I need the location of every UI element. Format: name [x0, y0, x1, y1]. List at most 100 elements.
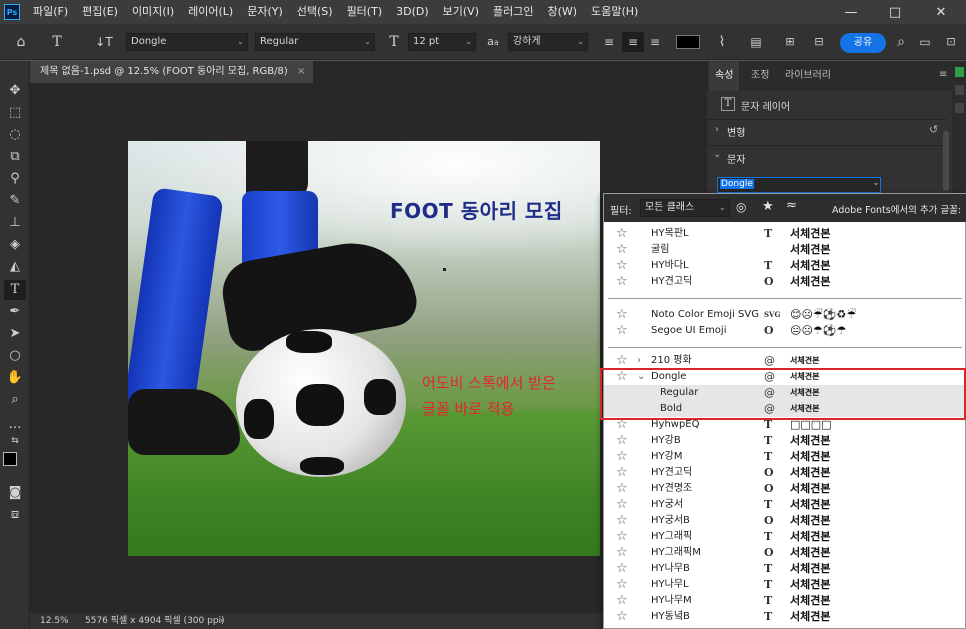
- variable-font-icon[interactable]: ⊟: [808, 32, 830, 52]
- text-orientation-icon[interactable]: ↓T: [92, 32, 116, 52]
- reset-icon[interactable]: ↺: [929, 123, 938, 136]
- move-tool-icon[interactable]: ✥: [4, 81, 26, 101]
- paint-bucket-tool-icon[interactable]: ◭: [4, 257, 26, 277]
- favorite-star-icon[interactable]: ☆: [616, 577, 628, 593]
- share-button[interactable]: 공유: [840, 33, 886, 53]
- font-row[interactable]: ☆ Noto Color Emoji SVG SVG 😊☹☔⚽♻☔: [604, 307, 966, 323]
- eyedropper-tool-icon[interactable]: ⚲: [4, 169, 26, 189]
- character-panel-icon[interactable]: ▤: [746, 32, 766, 52]
- tab-properties[interactable]: 속성: [709, 61, 740, 91]
- type-tool-icon[interactable]: T: [4, 280, 26, 300]
- anti-alias-select[interactable]: 강하게 ⌄: [508, 33, 588, 51]
- font-row[interactable]: ☆ HY궁서B O 서체견본: [604, 513, 966, 529]
- stamp-tool-icon[interactable]: ⊥: [4, 213, 26, 233]
- favorite-star-icon[interactable]: ☆: [616, 353, 628, 369]
- menu-file[interactable]: 파일(F): [26, 0, 75, 24]
- brush-tool-icon[interactable]: ✎: [4, 191, 26, 211]
- quick-mask-icon[interactable]: ◙: [4, 483, 26, 503]
- maximize-button[interactable]: □: [872, 0, 918, 24]
- font-row[interactable]: ☆ HY견고딕 O 서체견본: [604, 274, 966, 290]
- align-left-icon[interactable]: ≡: [600, 32, 618, 52]
- text-section-header[interactable]: 문자: [727, 151, 745, 166]
- zoom-level[interactable]: 12.5%: [40, 613, 69, 629]
- favorite-star-icon[interactable]: ☆: [616, 307, 628, 323]
- search-icon[interactable]: ⌕: [892, 32, 910, 52]
- font-row[interactable]: ☆ HY동녘B T 서체견본: [604, 609, 966, 625]
- font-row[interactable]: ☆ HY바다L T 서체견본: [604, 258, 966, 274]
- swap-colors-icon[interactable]: ⇆: [4, 431, 26, 451]
- favorite-star-icon[interactable]: ☆: [616, 545, 628, 561]
- menu-image[interactable]: 이미지(I): [125, 0, 181, 24]
- favorite-star-icon[interactable]: ☆: [616, 449, 628, 465]
- panel-menu-icon[interactable]: ≡: [939, 69, 947, 80]
- menu-select[interactable]: 선택(S): [290, 0, 340, 24]
- font-row[interactable]: ☆ HY나무M T 서체견본: [604, 593, 966, 609]
- panel-icon[interactable]: [955, 103, 964, 113]
- font-row[interactable]: ☆ HY궁서 T 서체견본: [604, 497, 966, 513]
- font-row[interactable]: ☆ HY강B T 서체견본: [604, 433, 966, 449]
- font-row[interactable]: ☆ HY그래픽M O 서체견본: [604, 545, 966, 561]
- chevron-down-icon[interactable]: ⌄: [713, 149, 721, 160]
- font-row[interactable]: ☆ › 210 평화 @ 서체견본: [604, 353, 966, 369]
- font-row[interactable]: ☆ HY강M T 서체견본: [604, 449, 966, 465]
- menu-window[interactable]: 창(W): [540, 0, 584, 24]
- font-row[interactable]: ☆ HY목판L T 서체견본: [604, 226, 966, 242]
- font-row[interactable]: ☆ Segoe UI Emoji O 😐☹☂⚽☂: [604, 323, 966, 339]
- document-canvas[interactable]: FOOT 동아리 모집: [128, 141, 600, 556]
- favorites-filter-icon[interactable]: ★: [762, 199, 774, 214]
- font-row[interactable]: ☆ HY견명조 O 서체견본: [604, 481, 966, 497]
- font-style-select[interactable]: Regular ⌄: [255, 33, 375, 51]
- favorite-star-icon[interactable]: ☆: [616, 242, 628, 258]
- menu-view[interactable]: 보기(V): [436, 0, 486, 24]
- favorite-star-icon[interactable]: ☆: [616, 274, 628, 290]
- marquee-tool-icon[interactable]: ⬚: [4, 103, 26, 123]
- hand-tool-icon[interactable]: ✋: [4, 368, 26, 388]
- favorite-star-icon[interactable]: ☆: [616, 258, 628, 274]
- close-tab-icon[interactable]: ×: [297, 66, 305, 77]
- panel-icon[interactable]: [955, 85, 964, 95]
- pen-tool-icon[interactable]: ✒: [4, 302, 26, 322]
- font-row[interactable]: ☆ HY그래픽 T 서체견본: [604, 529, 966, 545]
- extra-option-icon[interactable]: ⊡: [942, 32, 960, 52]
- menu-layer[interactable]: 레이어(L): [181, 0, 240, 24]
- path-select-tool-icon[interactable]: ➤: [4, 324, 26, 344]
- tab-libraries[interactable]: 라이브러리: [779, 61, 837, 91]
- menu-edit[interactable]: 편집(E): [75, 0, 125, 24]
- align-center-icon[interactable]: ≡: [622, 32, 644, 52]
- align-right-icon[interactable]: ≡: [646, 32, 664, 52]
- favorite-star-icon[interactable]: ☆: [616, 226, 628, 242]
- eraser-tool-icon[interactable]: ◈: [4, 235, 26, 255]
- document-tab[interactable]: 제목 없음-1.psd @ 12.5% (FOOT 동아리 모집, RGB/8)…: [30, 61, 314, 83]
- status-menu-icon[interactable]: ›: [220, 613, 224, 629]
- panel-icon[interactable]: [955, 67, 964, 77]
- menu-plugins[interactable]: 플러그인: [486, 0, 540, 24]
- panel-scrollbar[interactable]: [943, 131, 949, 191]
- font-row[interactable]: ☆ HY나무L T 서체견본: [604, 577, 966, 593]
- tab-adjustments[interactable]: 조정: [745, 61, 775, 91]
- minimize-button[interactable]: —: [828, 0, 874, 24]
- favorite-star-icon[interactable]: ☆: [616, 609, 628, 625]
- font-row[interactable]: ☆ HY나무B T 서체견본: [604, 561, 966, 577]
- favorite-star-icon[interactable]: ☆: [616, 465, 628, 481]
- poster-title[interactable]: FOOT 동아리 모집: [390, 195, 563, 224]
- adobe-fonts-label[interactable]: Adobe Fonts에서의 추가 글꼴:: [832, 202, 961, 216]
- font-row[interactable]: ☆ HY견고딕 O 서체견본: [604, 465, 966, 481]
- favorite-star-icon[interactable]: ☆: [616, 497, 628, 513]
- text-color-swatch[interactable]: [676, 35, 700, 49]
- favorite-star-icon[interactable]: ☆: [616, 481, 628, 497]
- panel-font-field[interactable]: Dongle ⌄: [717, 177, 881, 193]
- foreground-color-icon[interactable]: [3, 452, 17, 466]
- chevron-right-icon[interactable]: ›: [637, 353, 641, 369]
- 3d-icon[interactable]: ⊞: [780, 32, 800, 52]
- ellipse-tool-icon[interactable]: ○: [4, 346, 26, 366]
- font-size-select[interactable]: 12 pt ⌄: [408, 33, 476, 51]
- favorite-star-icon[interactable]: ☆: [616, 529, 628, 545]
- font-family-select[interactable]: Dongle ⌄: [126, 33, 248, 51]
- lasso-tool-icon[interactable]: ◌: [4, 125, 26, 145]
- zoom-tool-icon[interactable]: ⌕: [4, 390, 26, 410]
- menu-3d[interactable]: 3D(D): [389, 0, 436, 24]
- filter-class-select[interactable]: 모든 클래스 ⌄: [640, 199, 730, 217]
- chevron-right-icon[interactable]: ›: [715, 124, 719, 135]
- object-select-tool-icon[interactable]: ⧉: [4, 147, 26, 167]
- favorite-star-icon[interactable]: ☆: [616, 323, 628, 339]
